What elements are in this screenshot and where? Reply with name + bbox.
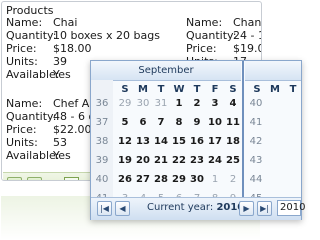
first-year-icon[interactable]: |◀ (97, 201, 112, 216)
name-value: Chai (53, 16, 78, 29)
quantity-label: Quantity: (186, 29, 237, 42)
weekday-header: W (173, 84, 185, 95)
name-value: Chang (233, 16, 262, 29)
quantity-value: 10 boxes x 20 bags (53, 29, 160, 42)
week-number: 44 (249, 174, 263, 185)
week-number: 38 (95, 136, 109, 147)
weekday-header: F (211, 84, 219, 95)
pager: K < 1 2 (3, 172, 99, 180)
first-page-button[interactable]: K (7, 177, 22, 180)
calendar-popup: September S M T W T F S S M T 36 29 30 31 1 2 3 4 40 37 5 6 7 8… (90, 60, 305, 220)
calendar-day[interactable]: 24 (207, 155, 223, 166)
prev-year-icon[interactable]: ◀ (115, 201, 130, 216)
weekday-header: T (193, 84, 201, 95)
name-label: Name: (186, 16, 223, 29)
weekday-header: S (229, 84, 237, 95)
quantity-label: Quantity: (6, 29, 57, 42)
calendar-day[interactable]: 1 (171, 98, 187, 109)
weekday-header: S (253, 84, 261, 95)
next-year-icon[interactable]: ▶ (239, 201, 254, 216)
calendar-day[interactable]: 5 (117, 117, 133, 128)
calendar-day[interactable]: 18 (225, 136, 241, 147)
calendar-day[interactable]: 25 (225, 155, 241, 166)
calendar-footer: |◀ ◀ Current year: 2010 ▶ ▶| 2010 (91, 197, 305, 220)
calendar-day[interactable]: 27 (135, 174, 151, 185)
week-number: 43 (249, 155, 263, 166)
calendar-day[interactable]: 21 (153, 155, 169, 166)
week-number: 41 (249, 117, 263, 128)
week-number: 39 (95, 155, 109, 166)
calendar-day[interactable]: 9 (189, 117, 205, 128)
calendar-day[interactable]: 17 (207, 136, 223, 147)
calendar-day[interactable]: 29 (171, 174, 187, 185)
price-value: $18.00 (53, 42, 92, 55)
calendar-day[interactable]: 8 (171, 117, 187, 128)
quantity-label: Quantity: (6, 110, 57, 123)
units-label: Units: (6, 136, 38, 149)
week-number: 36 (95, 98, 109, 109)
calendar-day[interactable]: 29 (117, 98, 133, 109)
week-number: 37 (95, 117, 109, 128)
calendar-day[interactable]: 30 (189, 174, 205, 185)
current-year-text: Current year: 2010 (147, 202, 244, 213)
week-number: 40 (95, 174, 109, 185)
calendar-day[interactable]: 4 (225, 98, 241, 109)
calendar-day[interactable]: 14 (153, 136, 169, 147)
quantity-value: 24 - 12 o (233, 29, 261, 42)
available-label: Available: (6, 68, 60, 81)
name-label: Name: (6, 97, 43, 110)
current-year-label: Current year: (147, 202, 214, 213)
calendar-day[interactable]: 10 (207, 117, 223, 128)
calendar-day[interactable]: 26 (117, 174, 133, 185)
calendar-day[interactable]: 30 (135, 98, 151, 109)
weekday-header: M (138, 84, 148, 95)
year-input[interactable]: 2010 (277, 200, 305, 216)
calendar-day[interactable]: 13 (135, 136, 151, 147)
page-link-2[interactable]: 2 (82, 177, 89, 180)
units-value: 53 (53, 136, 67, 149)
calendar-day[interactable]: 22 (171, 155, 187, 166)
price-label: Price: (6, 123, 37, 136)
units-label: Units: (6, 55, 38, 68)
weekday-header: T (157, 84, 165, 95)
calendar-day[interactable]: 12 (117, 136, 133, 147)
calendar-day[interactable]: 2 (189, 98, 205, 109)
weekday-header: M (270, 84, 280, 95)
price-value: $19.00 (233, 42, 261, 55)
calendar-day[interactable]: 1 (207, 174, 223, 185)
calendar-day[interactable]: 11 (225, 117, 241, 128)
price-value: $22.00 (53, 123, 92, 136)
calendar-day[interactable]: 23 (189, 155, 205, 166)
weekday-header: T (289, 84, 297, 95)
calendar-day[interactable]: 19 (117, 155, 133, 166)
calendar-day[interactable]: 7 (153, 117, 169, 128)
price-label: Price: (186, 42, 217, 55)
name-label: Name: (6, 16, 43, 29)
prev-page-button[interactable]: < (27, 177, 42, 180)
available-value: Yes (53, 149, 71, 162)
next-month-header (245, 61, 301, 81)
calendar-day[interactable]: 20 (135, 155, 151, 166)
calendar-day[interactable]: 16 (189, 136, 205, 147)
page-link-1[interactable]: 1 (64, 177, 79, 180)
calendar-day[interactable]: 15 (171, 136, 187, 147)
price-label: Price: (6, 42, 37, 55)
calendar-day[interactable]: 2 (225, 174, 241, 185)
calendar-day[interactable]: 3 (207, 98, 223, 109)
calendar-month-title[interactable]: September (91, 61, 241, 81)
available-value: Yes (53, 68, 71, 81)
available-label: Available: (6, 149, 60, 162)
last-year-icon[interactable]: ▶| (257, 201, 272, 216)
weekday-header: S (121, 84, 129, 95)
calendar-day[interactable]: 31 (153, 98, 169, 109)
week-number: 40 (249, 98, 263, 109)
month-separator (242, 61, 244, 197)
calendar-day[interactable]: 28 (153, 174, 169, 185)
week-number: 42 (249, 136, 263, 147)
units-value: 39 (53, 55, 67, 68)
calendar-day[interactable]: 6 (135, 117, 151, 128)
